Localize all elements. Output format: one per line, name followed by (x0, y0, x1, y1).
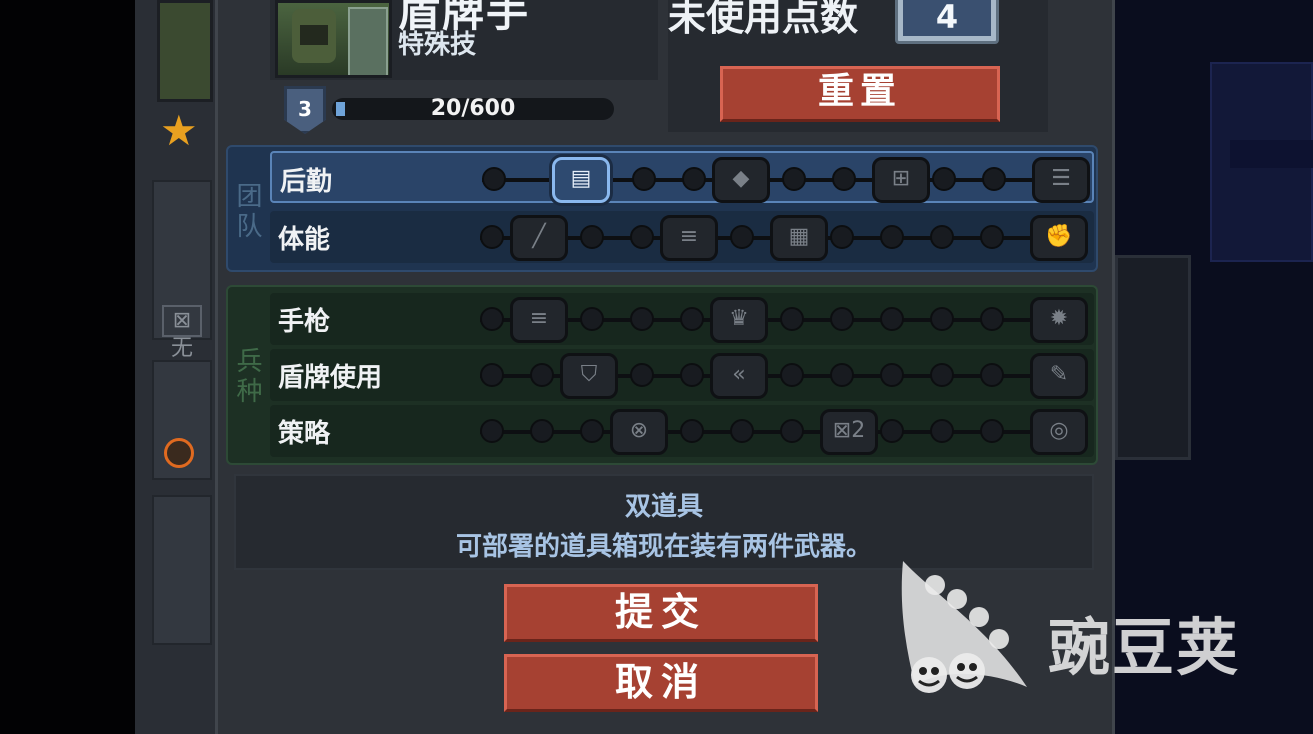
burst-icon[interactable]: ✹ (1030, 297, 1088, 343)
skill-node[interactable] (830, 225, 854, 249)
skill-node[interactable] (930, 225, 954, 249)
skill-row-label: 体能 (278, 225, 331, 255)
submit-button[interactable]: 提交 (504, 584, 818, 642)
skill-node[interactable] (530, 363, 554, 387)
background-left (0, 0, 135, 734)
skill-node[interactable] (630, 307, 654, 331)
background-map-bar (1230, 140, 1313, 168)
skill-description-title: 双道具 (624, 492, 703, 522)
section-label-team: 团队 (232, 182, 262, 242)
xp-text: 20/600 (430, 96, 516, 121)
pea-pod-logo-icon (901, 561, 1027, 693)
skill-node[interactable] (930, 363, 954, 387)
background-side-panel (1115, 255, 1191, 460)
skill-node[interactable] (480, 363, 504, 387)
shield-bash-icon[interactable]: « (710, 353, 768, 399)
skill-row[interactable]: 策略 ⊗ ⊠2 ◎ (270, 405, 1094, 457)
ammo-plus-icon[interactable]: ≡ (510, 297, 568, 343)
skill-row[interactable]: 手枪 ≡ ♛ ✹ (270, 293, 1094, 345)
unspent-points-label: 未使用点数 (668, 0, 859, 39)
skill-node[interactable] (730, 419, 754, 443)
section-label-class: 兵种 (232, 347, 262, 407)
skill-node[interactable] (780, 363, 804, 387)
skill-node[interactable] (980, 307, 1004, 331)
skill-node[interactable] (630, 225, 654, 249)
skill-node[interactable] (930, 307, 954, 331)
skill-node[interactable] (680, 307, 704, 331)
skill-node[interactable] (880, 363, 904, 387)
skill-node[interactable] (830, 363, 854, 387)
skill-node[interactable] (880, 419, 904, 443)
x2-icon[interactable]: ⊠2 (820, 409, 878, 455)
skill-node[interactable] (830, 307, 854, 331)
skill-row[interactable]: 盾牌使用 ⛉ « ✎ (270, 349, 1094, 401)
target-shield-icon[interactable]: ◎ (1030, 409, 1088, 455)
unit-subtitle: 特殊技 (398, 30, 477, 60)
skill-node[interactable] (980, 419, 1004, 443)
cancel-button[interactable]: 取消 (504, 654, 818, 712)
skill-node[interactable] (580, 419, 604, 443)
skill-row-label: 手枪 (278, 307, 331, 337)
dash-icon[interactable]: ≡ (660, 215, 718, 261)
skill-node[interactable] (682, 167, 706, 191)
roster-slot[interactable] (152, 495, 212, 645)
skill-node[interactable] (780, 419, 804, 443)
skill-node[interactable] (982, 167, 1006, 191)
unspent-points-box: 4 (895, 0, 999, 44)
crown-icon[interactable]: ♛ (710, 297, 768, 343)
ammo-crate-icon[interactable]: ▤ (552, 157, 610, 203)
grid-icon[interactable]: ▦ (770, 215, 828, 261)
class-skills-section: 兵种 手枪 ≡ ♛ ✹ 盾牌使用 ⛉ « ✎ 策略 ⊗ ⊠2 ◎ (226, 285, 1098, 465)
fist-icon[interactable]: ✊ (1030, 215, 1088, 261)
ban-icon (164, 438, 194, 468)
reset-button[interactable]: 重置 (720, 66, 1000, 122)
skill-node[interactable] (632, 167, 656, 191)
watermark-text: 豌豆荚 (1048, 611, 1241, 684)
skill-node[interactable] (832, 167, 856, 191)
skill-node[interactable] (930, 419, 954, 443)
roster-unit-portrait[interactable] (157, 0, 213, 102)
skill-node[interactable] (580, 307, 604, 331)
skill-node[interactable] (782, 167, 806, 191)
skill-node[interactable] (530, 419, 554, 443)
skill-node[interactable] (480, 225, 504, 249)
gun-target-icon[interactable]: ⊗ (610, 409, 668, 455)
skill-node[interactable] (480, 307, 504, 331)
skill-node[interactable] (932, 167, 956, 191)
skill-node[interactable] (880, 225, 904, 249)
skill-row[interactable]: 后勤 ▤ ◆ ⊞ ☰ (270, 151, 1094, 203)
skill-row-label: 策略 (278, 419, 331, 449)
supply-icon[interactable]: ☰ (1032, 157, 1090, 203)
skill-node[interactable] (482, 167, 506, 191)
star-icon: ★ (160, 106, 198, 155)
skill-node[interactable] (630, 363, 654, 387)
wrench-icon[interactable]: ✎ (1030, 353, 1088, 399)
skill-node[interactable] (730, 225, 754, 249)
skill-row-label: 后勤 (280, 167, 333, 197)
skill-row-label: 盾牌使用 (278, 363, 383, 393)
unspent-points-value: 4 (903, 0, 991, 36)
skill-node[interactable] (580, 225, 604, 249)
team-skills-section: 团队 后勤 ▤ ◆ ⊞ ☰ 体能 ╱ ≡ ▦ ✊ (226, 145, 1098, 272)
skill-node[interactable] (980, 363, 1004, 387)
skill-node[interactable] (480, 419, 504, 443)
skill-node[interactable] (980, 225, 1004, 249)
skill-node[interactable] (680, 419, 704, 443)
knife-icon[interactable]: ╱ (510, 215, 568, 261)
skill-node[interactable] (680, 363, 704, 387)
shield-badge-icon[interactable]: ⛉ (560, 353, 618, 399)
skill-node[interactable] (880, 307, 904, 331)
skill-row[interactable]: 体能 ╱ ≡ ▦ ✊ (270, 211, 1094, 263)
unit-portrait (275, 0, 392, 78)
medkit-icon[interactable]: ⊞ (872, 157, 930, 203)
unavailable-label: ⊠无 (162, 305, 202, 361)
armor-plus-icon[interactable]: ◆ (712, 157, 770, 203)
skill-node[interactable] (780, 307, 804, 331)
